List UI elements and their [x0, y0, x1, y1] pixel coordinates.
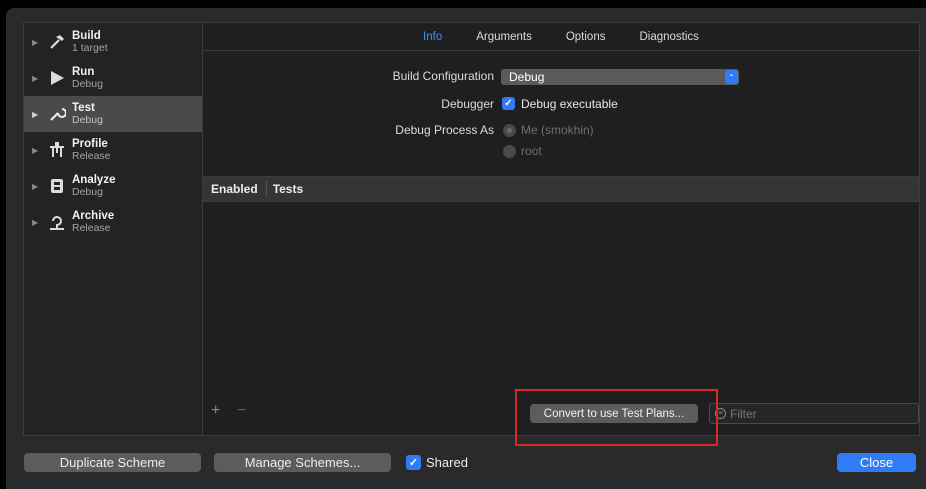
sidebar-item-title: Build [72, 30, 101, 42]
close-button[interactable]: Close [837, 453, 916, 472]
filter-input[interactable]: ≡ Filter [709, 403, 919, 424]
build-configuration-value: Debug [509, 70, 545, 84]
add-test-button[interactable]: + [211, 402, 220, 420]
column-header-tests[interactable]: Tests [267, 182, 311, 196]
debug-executable-label: Debug executable [521, 97, 618, 111]
scheme-action-sidebar: ▶ Build 1 target ▶ Run Debug ▶ Test Debug ▶… [23, 22, 203, 436]
tab-arguments[interactable]: Arguments [476, 31, 532, 43]
archive-icon [46, 211, 68, 233]
remove-test-button[interactable]: − [237, 402, 246, 420]
sidebar-item-subtitle: Debug [72, 78, 103, 90]
sidebar-item-profile[interactable]: ▶ Profile Release [24, 132, 202, 168]
disclosure-triangle-icon[interactable]: ▶ [32, 218, 42, 227]
analyze-icon [46, 175, 68, 197]
tests-table-header: Enabled Tests [203, 176, 919, 202]
sidebar-item-build[interactable]: ▶ Build 1 target [24, 24, 202, 60]
debug-executable-checkbox[interactable]: ✓ [502, 97, 515, 110]
radio-dot [507, 128, 512, 133]
disclosure-triangle-icon[interactable]: ▶ [32, 110, 42, 119]
build-configuration-label: Build Configuration [392, 69, 494, 83]
shared-label: Shared [426, 455, 468, 470]
radio-me[interactable] [503, 124, 516, 137]
sidebar-item-title: Profile [72, 138, 108, 150]
sidebar-item-subtitle: Release [72, 222, 111, 234]
sidebar-item-subtitle: Release [72, 150, 111, 162]
chevron-up-down-icon: ⌃ [725, 70, 738, 84]
column-header-enabled[interactable]: Enabled [203, 182, 266, 196]
sidebar-item-archive[interactable]: ▶ Archive Release [24, 204, 202, 240]
radio-root-label: root [521, 144, 542, 158]
sidebar-item-subtitle: 1 target [72, 42, 108, 54]
tab-options[interactable]: Options [566, 31, 606, 43]
filter-placeholder: Filter [730, 406, 757, 421]
shared-checkbox[interactable]: ✓ [406, 455, 421, 470]
test-action-panel: Info Arguments Options Diagnostics Build… [202, 22, 920, 436]
debugger-label: Debugger [441, 97, 494, 111]
sidebar-item-title: Run [72, 66, 95, 78]
sidebar-item-title: Test [72, 102, 95, 114]
sidebar-item-analyze[interactable]: ▶ Analyze Debug [24, 168, 202, 204]
tab-bar: Info Arguments Options Diagnostics [203, 23, 919, 51]
profile-icon [46, 139, 68, 161]
disclosure-triangle-icon[interactable]: ▶ [32, 182, 42, 191]
hammer-icon [46, 31, 68, 53]
play-icon [46, 67, 68, 89]
manage-schemes-button[interactable]: Manage Schemes... [214, 453, 391, 472]
sidebar-item-test[interactable]: ▶ Test Debug [24, 96, 202, 132]
sidebar-item-subtitle: Debug [72, 114, 103, 126]
duplicate-scheme-button[interactable]: Duplicate Scheme [24, 453, 201, 472]
tab-info[interactable]: Info [423, 31, 442, 43]
sidebar-item-run[interactable]: ▶ Run Debug [24, 60, 202, 96]
sidebar-item-subtitle: Debug [72, 186, 103, 198]
tab-diagnostics[interactable]: Diagnostics [639, 31, 698, 43]
build-configuration-popup[interactable]: Debug ⌃ [501, 69, 739, 85]
disclosure-triangle-icon[interactable]: ▶ [32, 146, 42, 155]
radio-me-label: Me (smokhin) [521, 123, 594, 137]
debug-process-as-label: Debug Process As [395, 123, 494, 137]
highlight-annotation-box [515, 389, 718, 446]
disclosure-triangle-icon[interactable]: ▶ [32, 74, 42, 83]
radio-root[interactable] [503, 145, 516, 158]
sidebar-item-title: Archive [72, 210, 115, 222]
disclosure-triangle-icon[interactable]: ▶ [32, 38, 42, 47]
wrench-icon [46, 103, 68, 125]
sidebar-item-title: Analyze [72, 174, 116, 186]
